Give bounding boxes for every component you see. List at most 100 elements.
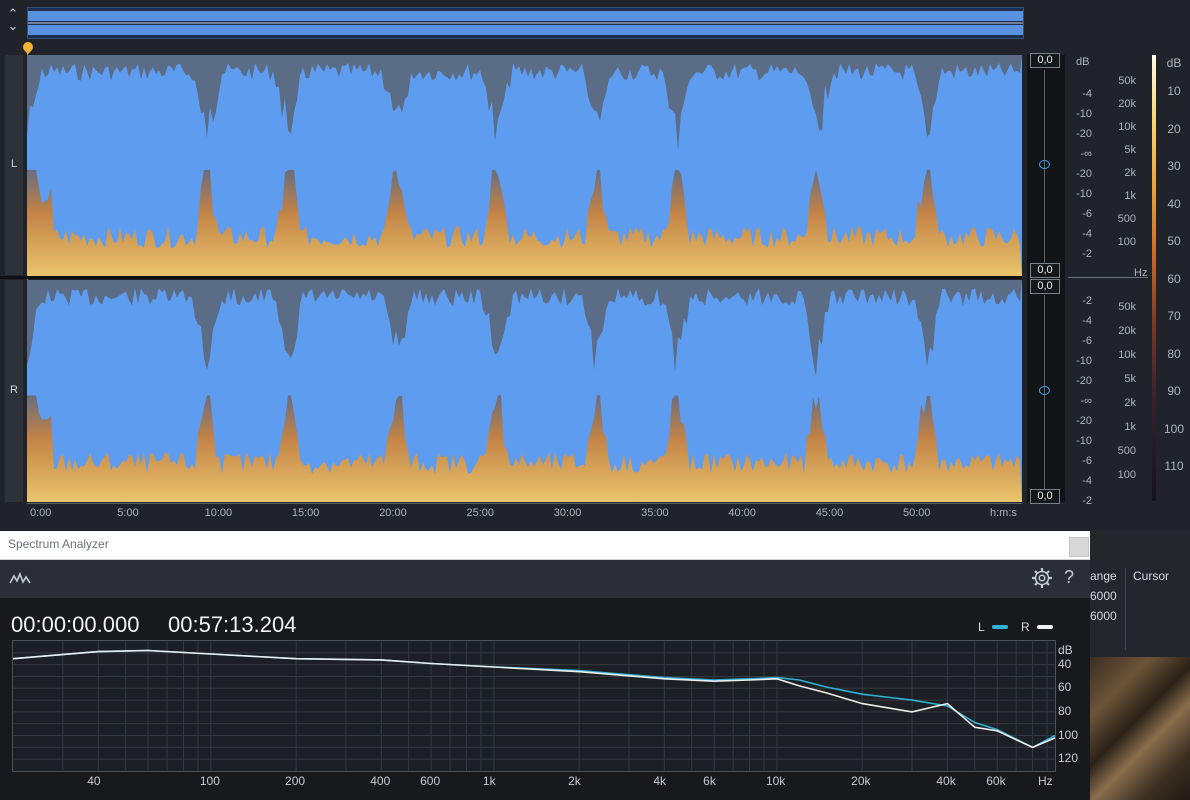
db-tick-r: -2 bbox=[1082, 495, 1092, 507]
time-tick: 35:00 bbox=[641, 507, 669, 519]
spectrum-toolbar bbox=[0, 560, 1090, 599]
db-tick-r: -2 bbox=[1082, 295, 1092, 307]
gain-knob-l-icon[interactable] bbox=[1039, 160, 1050, 169]
background-photo bbox=[1090, 657, 1190, 800]
channel-r-waveform[interactable] bbox=[27, 280, 1022, 502]
db-tick-l: -10 bbox=[1076, 188, 1092, 200]
side-panel-divider bbox=[1125, 568, 1126, 650]
db-tick-r: -6 bbox=[1082, 335, 1092, 347]
db-tick-r: -4 bbox=[1082, 315, 1092, 327]
waveform-icon[interactable] bbox=[9, 570, 31, 591]
colorbar-tick: 20 bbox=[1167, 121, 1181, 136]
db-tick-r: -4 bbox=[1082, 475, 1092, 487]
db-tick-l: -4 bbox=[1082, 228, 1092, 240]
hz-tick-l: 1k bbox=[1124, 190, 1136, 202]
spectrum-window-title: Spectrum Analyzer bbox=[8, 537, 109, 551]
channel-separator bbox=[0, 276, 1022, 279]
hz-tick-r: 5k bbox=[1124, 373, 1136, 385]
selection-end-time: 00:57:13.204 bbox=[168, 612, 297, 637]
hz-tick-l: 100 bbox=[1117, 236, 1136, 248]
spectrum-db-tick: 80 bbox=[1058, 703, 1072, 718]
scale-divider bbox=[1068, 277, 1148, 278]
zero-readout-l-top[interactable]: 0,0 bbox=[1030, 53, 1060, 68]
time-tick: 20:00 bbox=[379, 507, 407, 519]
time-tick: 5:00 bbox=[117, 507, 139, 519]
db-tick-r: -20 bbox=[1076, 415, 1092, 427]
hz-tick-l: 2k bbox=[1124, 167, 1136, 179]
range-column-header: ange bbox=[1090, 569, 1117, 583]
spectrum-freq-tick: 10k bbox=[765, 774, 786, 788]
hz-tick-l: 50k bbox=[1118, 75, 1136, 87]
spectrum-freq-tick: 200 bbox=[285, 774, 306, 788]
db-tick-l: -∞ bbox=[1080, 148, 1092, 160]
meter-track-l bbox=[1044, 70, 1045, 270]
colorbar-tick: 90 bbox=[1167, 384, 1181, 398]
channel-l-wave-svg bbox=[27, 55, 1022, 276]
selection-start-time: 00:00:00.000 bbox=[11, 612, 140, 637]
spectrum-freq-tick: 40 bbox=[87, 774, 101, 788]
hz-tick-r: 2k bbox=[1124, 397, 1136, 409]
colorbar-tick: 80 bbox=[1167, 346, 1181, 361]
spectrogram-colorbar bbox=[1152, 55, 1156, 501]
colorbar-tick: 110 bbox=[1164, 459, 1184, 473]
db-tick-r: -6 bbox=[1082, 455, 1092, 467]
db-tick-l: -6 bbox=[1082, 208, 1092, 220]
spectrum-plot-svg bbox=[13, 641, 1055, 771]
spectrum-freq-tick: 4k bbox=[653, 774, 666, 788]
colorbar-tick: 100 bbox=[1163, 421, 1185, 436]
time-tick: 10:00 bbox=[204, 507, 233, 519]
zero-readout-r-top[interactable]: 0,0 bbox=[1030, 279, 1060, 294]
spectrum-freq-tick: 6k bbox=[703, 774, 716, 788]
db-tick-l: -20 bbox=[1076, 128, 1092, 140]
legend-l-swatch bbox=[992, 625, 1008, 629]
spectrum-freq-tick: 100 bbox=[199, 774, 220, 788]
gain-knob-r-icon[interactable] bbox=[1039, 386, 1050, 395]
spectrum-freq-tick: 2k bbox=[568, 774, 581, 788]
spectrum-db-tick: 120 bbox=[1058, 751, 1079, 766]
time-tick: 30:00 bbox=[553, 507, 582, 519]
hz-tick-r: 500 bbox=[1117, 445, 1136, 457]
time-ruler[interactable] bbox=[27, 503, 1022, 522]
spectrum-plot[interactable] bbox=[12, 640, 1056, 772]
time-tick: 0:00 bbox=[30, 507, 52, 519]
colorbar-tick: 10 bbox=[1167, 84, 1181, 98]
collapse-overview-icon[interactable]: ⌃ ⌄ bbox=[5, 7, 21, 36]
spectrum-freq-tick: Hz bbox=[1038, 774, 1053, 788]
spectrum-freq-tick: 600 bbox=[420, 774, 441, 788]
spectrum-db-tick: 60 bbox=[1058, 680, 1072, 695]
db-tick-l: -2 bbox=[1082, 248, 1092, 260]
spectrum-freq-tick: 60k bbox=[986, 774, 1006, 788]
range-value-2: 6000 bbox=[1090, 609, 1117, 623]
spectrum-freq-tick: 400 bbox=[370, 774, 391, 788]
hz-tick-r: 100 bbox=[1117, 469, 1136, 481]
channel-r-label: R bbox=[10, 384, 18, 396]
time-tick: 45:00 bbox=[815, 507, 844, 519]
colorbar-tick: 50 bbox=[1167, 234, 1181, 248]
hz-tick-r: 50k bbox=[1118, 301, 1136, 313]
time-tick: 25:00 bbox=[466, 507, 495, 519]
spectrum-db-tick: 40 bbox=[1058, 656, 1072, 671]
channel-l-waveform[interactable] bbox=[27, 55, 1022, 276]
zero-readout-l-bottom[interactable]: 0,0 bbox=[1030, 263, 1060, 278]
overview-waveform[interactable] bbox=[27, 7, 1024, 39]
hz-tick-l: 20k bbox=[1118, 98, 1136, 110]
range-value-1: 6000 bbox=[1090, 589, 1117, 603]
channel-r-wave-svg bbox=[27, 280, 1022, 502]
db-tick-r: -∞ bbox=[1080, 395, 1092, 407]
hz-tick-r: 1k bbox=[1124, 421, 1136, 433]
window-close-button[interactable] bbox=[1069, 537, 1089, 557]
time-tick: 50:00 bbox=[903, 507, 931, 519]
db-tick-r: -20 bbox=[1076, 375, 1092, 387]
db-tick-r: -10 bbox=[1076, 435, 1092, 447]
spectrum-window-titlebar[interactable] bbox=[0, 531, 1090, 560]
overview-wave-svg bbox=[28, 11, 1023, 35]
gear-icon[interactable] bbox=[1031, 567, 1053, 594]
help-icon[interactable]: ? bbox=[1064, 567, 1074, 588]
hz-tick-r: 20k bbox=[1118, 325, 1136, 337]
cursor-column-header: Cursor bbox=[1133, 569, 1170, 583]
hz-tick-l: 500 bbox=[1117, 213, 1136, 225]
colorbar-tick: 70 bbox=[1167, 309, 1181, 323]
channel-l-label: L bbox=[10, 158, 18, 170]
spectrum-db-tick: 100 bbox=[1058, 727, 1079, 742]
spectrum-freq-tick: 1k bbox=[482, 774, 496, 788]
